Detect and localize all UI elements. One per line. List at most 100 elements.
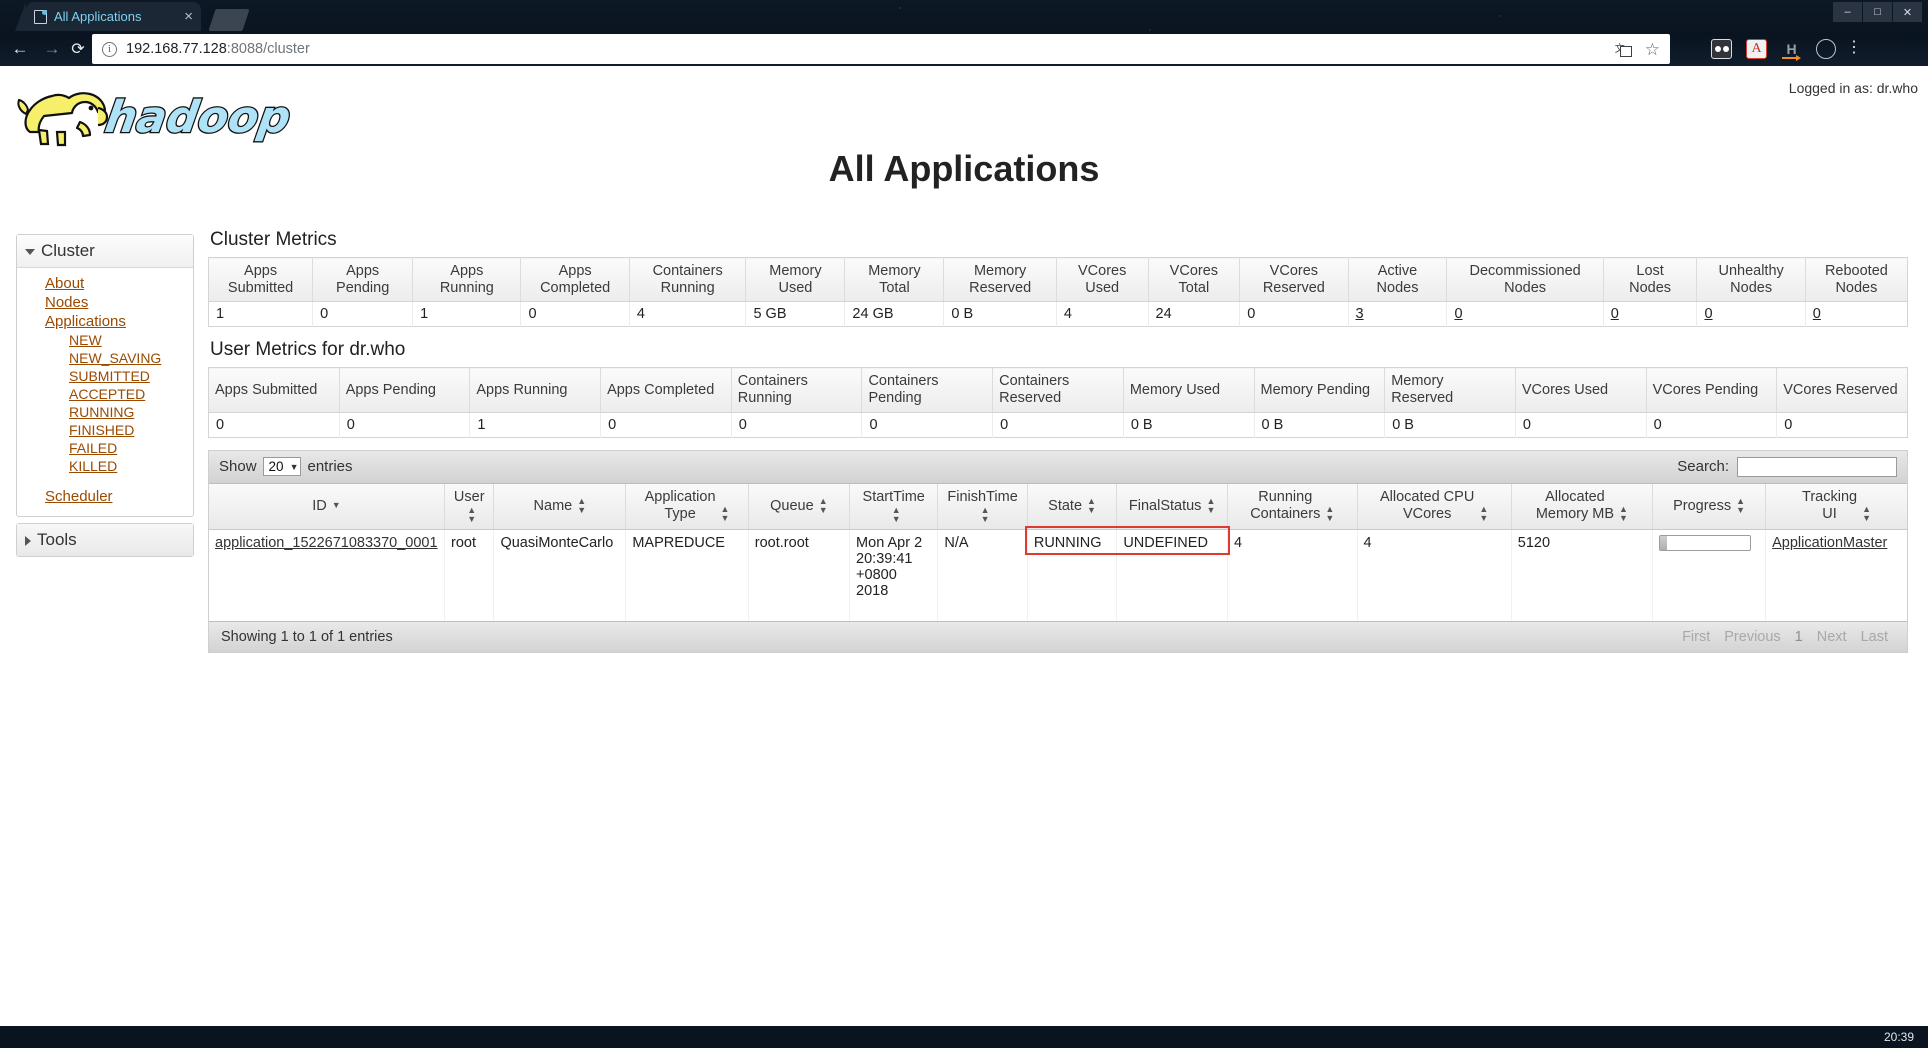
column-label: Tracking UI [1802, 489, 1858, 523]
column-header-progress[interactable]: Progress ▲ ▼ [1652, 483, 1766, 530]
avatar[interactable] [1816, 39, 1836, 59]
cell-name: QuasiMonteCarlo [493, 529, 626, 622]
metric-link[interactable]: 0 [1704, 306, 1712, 322]
sort-icon[interactable]: ▲ ▼ [1619, 505, 1628, 523]
metric-link[interactable]: 0 [1611, 306, 1619, 322]
metric-link[interactable]: 0 [1813, 306, 1821, 322]
cluster-metrics-value-13[interactable]: 0 [1602, 301, 1697, 327]
column-header-allocated-memory-mb[interactable]: Allocated Memory MB ▲ ▼ [1510, 483, 1653, 530]
column-label: Allocated Memory MB [1535, 489, 1614, 523]
pagination-previous[interactable]: Previous [1717, 629, 1787, 645]
column-header-id[interactable]: ID ▼ [209, 483, 445, 530]
sort-icon[interactable]: ▲ ▼ [981, 505, 990, 524]
applications-table-footer: Showing 1 to 1 of 1 entries First Previou… [209, 621, 1907, 653]
search-label: Search: [1677, 458, 1729, 476]
sidebar-item-state-accepted[interactable]: ACCEPTED [17, 385, 193, 403]
new-tab-button[interactable] [208, 9, 250, 31]
column-header-finalstatus[interactable]: FinalStatus ▲ ▼ [1116, 483, 1228, 530]
user-metrics-col-2: Apps Running [469, 367, 601, 413]
column-header-running-containers[interactable]: Running Containers ▲ ▼ [1227, 483, 1358, 530]
hadoop-logo[interactable]: hadoop [12, 78, 307, 150]
column-header-application-type[interactable]: Application Type ▲ ▼ [625, 483, 749, 530]
sidebar-item-about[interactable]: About [17, 274, 193, 293]
translate-icon[interactable] [1615, 40, 1632, 57]
sort-icon[interactable]: ▲ ▼ [467, 505, 476, 524]
column-header-user[interactable]: User ▲ ▼ [443, 483, 494, 530]
sidebar-item-scheduler[interactable]: Scheduler [17, 487, 193, 506]
sort-icon[interactable]: ▼ [332, 501, 341, 510]
extension-icon-pdf[interactable]: A [1746, 39, 1767, 59]
cluster-metrics-value-6: 24 GB [844, 301, 944, 327]
cluster-metrics-col-14: Unhealthy Nodes [1696, 257, 1806, 303]
extension-icon-owl[interactable] [1711, 39, 1732, 59]
sidebar-item-state-killed[interactable]: KILLED [17, 457, 193, 475]
sort-icon[interactable]: ▲ ▼ [1325, 505, 1334, 523]
column-header-name[interactable]: Name ▲ ▼ [493, 483, 626, 530]
tracking-ui-link[interactable]: ApplicationMaster [1772, 535, 1887, 551]
sidebar-item-state-finished[interactable]: FINISHED [17, 421, 193, 439]
info-icon[interactable]: i [102, 41, 117, 57]
column-header-tracking-ui[interactable]: Tracking UI ▲ ▼ [1765, 483, 1907, 530]
menu-icon[interactable]: ⋮ [1846, 38, 1862, 58]
cluster-metrics-value-14[interactable]: 0 [1696, 301, 1806, 327]
sort-icon[interactable]: ▲ ▼ [1206, 497, 1215, 515]
back-icon[interactable]: ← [8, 37, 32, 61]
pagination-last[interactable]: Last [1854, 629, 1895, 645]
metric-link[interactable]: 3 [1356, 306, 1364, 322]
user-metrics-col-7: Memory Used [1122, 367, 1254, 413]
sort-icon[interactable]: ▲ ▼ [1087, 497, 1096, 515]
column-header-queue[interactable]: Queue ▲ ▼ [747, 483, 850, 530]
user-metrics-value-4: 0 [730, 412, 862, 438]
sort-icon[interactable]: ▲ ▼ [1862, 505, 1871, 523]
reload-icon[interactable]: ⟳ [66, 37, 90, 61]
search-input[interactable] [1737, 456, 1897, 477]
sidebar-item-nodes[interactable]: Nodes [17, 293, 193, 312]
column-header-starttime[interactable]: StartTime ▲ ▼ [849, 483, 938, 530]
cell-application-id[interactable]: application_1522671083370_0001 [209, 529, 445, 621]
sidebar-item-applications[interactable]: Applications [17, 312, 193, 331]
pagination-1[interactable]: 1 [1788, 629, 1810, 645]
close-icon[interactable]: × [184, 9, 193, 24]
browser-tab[interactable]: All Applications × [15, 2, 201, 31]
address-bar[interactable]: i 192.168.77.128:8088/cluster ☆ [92, 34, 1670, 64]
column-header-finishtime[interactable]: FinishTime ▲ ▼ [937, 483, 1028, 530]
sort-icon[interactable]: ▲ ▼ [721, 505, 730, 523]
sidebar-item-state-new[interactable]: NEW [17, 331, 193, 349]
application-id-link[interactable]: application_1522671083370_0001 [215, 535, 438, 551]
close-window-button[interactable]: ✕ [1893, 2, 1922, 22]
page-length-select[interactable]: 20 ▼ [262, 457, 302, 477]
cluster-metrics-value-15[interactable]: 0 [1804, 301, 1908, 327]
sidebar-panel-cluster-header[interactable]: Cluster [17, 235, 193, 268]
column-header-state[interactable]: State ▲ ▼ [1026, 483, 1117, 530]
extension-icon-download[interactable]: H [1781, 39, 1802, 61]
cell-tracking-ui[interactable]: ApplicationMaster [1765, 529, 1907, 622]
maximize-button[interactable]: □ [1863, 2, 1892, 22]
sidebar-panel-tools-label: Tools [37, 530, 77, 549]
pagination-first[interactable]: First [1675, 629, 1717, 645]
cluster-metrics-col-12: Decommissioned Nodes [1446, 257, 1604, 303]
metric-link[interactable]: 0 [1454, 306, 1462, 322]
sidebar-item-state-running[interactable]: RUNNING [17, 403, 193, 421]
sort-icon[interactable]: ▲ ▼ [1736, 497, 1745, 515]
sort-icon[interactable]: ▲ ▼ [1479, 505, 1488, 523]
sidebar-item-state-new-saving[interactable]: NEW_SAVING [17, 349, 193, 367]
column-header-allocated-cpu-vcores[interactable]: Allocated CPU VCores ▲ ▼ [1356, 483, 1512, 530]
sort-icon[interactable]: ▲ ▼ [577, 497, 586, 515]
sort-icon[interactable]: ▲ ▼ [819, 497, 828, 515]
bookmark-star-icon[interactable]: ☆ [1645, 41, 1660, 58]
forward-icon[interactable]: → [40, 37, 64, 61]
sidebar-panel-tools-header[interactable]: Tools [17, 524, 193, 556]
cluster-metrics-value-5: 5 GB [745, 301, 845, 327]
sidebar-item-state-submitted[interactable]: SUBMITTED [17, 367, 193, 385]
minimize-button[interactable]: – [1833, 2, 1862, 22]
cluster-metrics-value-4: 4 [628, 301, 746, 327]
chevron-down-icon [25, 248, 35, 255]
pagination-next[interactable]: Next [1810, 629, 1854, 645]
cluster-metrics-value-12[interactable]: 0 [1446, 301, 1604, 327]
sort-icon[interactable]: ▲ ▼ [892, 505, 901, 524]
entries-info: Showing 1 to 1 of 1 entries [221, 629, 393, 646]
table-row[interactable]: application_1522671083370_0001 root QuasiM… [209, 529, 1907, 622]
progress-bar [1659, 534, 1752, 551]
sidebar-item-state-failed[interactable]: FAILED [17, 439, 193, 457]
cluster-metrics-value-11[interactable]: 3 [1347, 301, 1447, 327]
